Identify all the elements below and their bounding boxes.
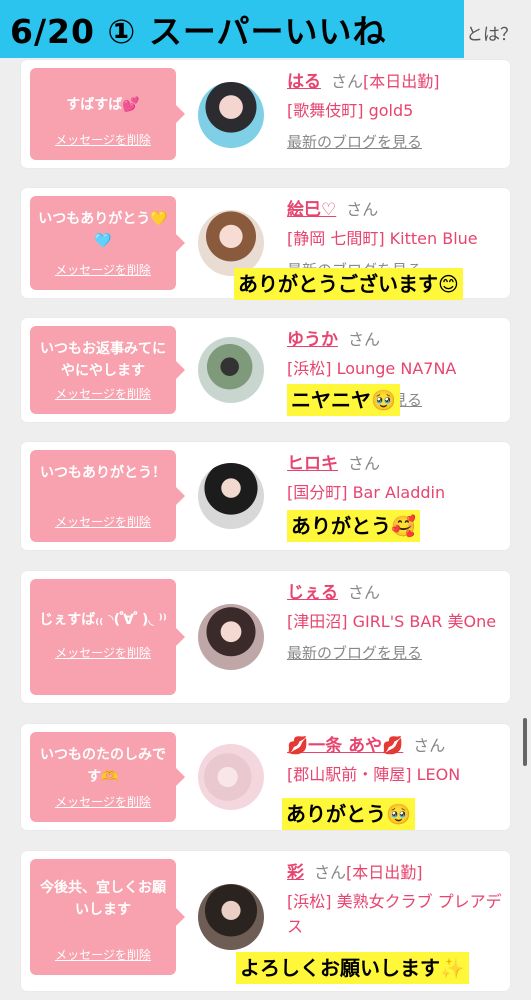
message-text: 今後共、宜しくお願いします bbox=[40, 880, 166, 918]
super-like-card: すばすば💕 メッセージを削除 はる さん[本日出勤] [歌舞伎町] gold5 最… bbox=[21, 60, 510, 168]
message-text: いつもお返事みてにやにやします bbox=[40, 341, 166, 379]
sticker-caption: ありがとう🥰 bbox=[287, 510, 420, 542]
status-badge: [本日出勤] bbox=[346, 863, 423, 882]
help-link[interactable]: とは？ bbox=[466, 20, 517, 45]
message-text: じぇすば₍₍ ◝( ゚∀ ゚ )◟ ⁾⁾ bbox=[39, 612, 167, 628]
honorific: さん bbox=[413, 736, 446, 755]
message-text: すばすば💕 bbox=[66, 97, 140, 113]
super-like-card: じぇすば₍₍ ◝( ゚∀ ゚ )◟ ⁾⁾ メッセージを削除 じぇる さん [津田沼… bbox=[21, 571, 510, 703]
message-text: いつものたのしみです🫶 bbox=[40, 747, 166, 785]
honorific: さん bbox=[348, 330, 381, 349]
avatar[interactable] bbox=[198, 884, 264, 950]
message-text: いつもありがとう💛🩵 bbox=[38, 211, 168, 249]
message-text: いつもありがとう！ bbox=[40, 465, 166, 481]
avatar[interactable] bbox=[198, 210, 264, 276]
message-bubble: いつもありがとう💛🩵 メッセージを削除 bbox=[30, 196, 185, 290]
shop-name[interactable]: [静岡 七間町] Kitten Blue bbox=[287, 226, 502, 251]
honorific: さん bbox=[348, 583, 381, 602]
user-name-link[interactable]: ゆうか bbox=[287, 330, 338, 350]
shop-name[interactable]: [国分町] Bar Aladdin bbox=[287, 480, 502, 505]
delete-message-link[interactable]: メッセージを削除 bbox=[30, 946, 176, 963]
user-name-link[interactable]: 彩 bbox=[287, 863, 304, 883]
avatar[interactable] bbox=[198, 463, 264, 529]
honorific: さん bbox=[348, 454, 381, 473]
shop-name[interactable]: [浜松] Lounge NA7NA bbox=[287, 356, 502, 381]
avatar[interactable] bbox=[198, 337, 264, 403]
shop-name[interactable]: [浜松] 美熟女クラブ プレアデス bbox=[287, 889, 502, 939]
delete-message-link[interactable]: メッセージを削除 bbox=[30, 385, 176, 402]
avatar[interactable] bbox=[198, 82, 264, 148]
delete-message-link[interactable]: メッセージを削除 bbox=[30, 261, 176, 278]
user-name-link[interactable]: 💋一条 あや💋 bbox=[287, 736, 403, 756]
user-name-link[interactable]: 絵巳♡ bbox=[287, 200, 336, 220]
user-name-link[interactable]: ヒロキ bbox=[287, 454, 338, 474]
message-bubble: すばすば💕 メッセージを削除 bbox=[30, 68, 185, 160]
status-badge: [本日出勤] bbox=[363, 72, 440, 91]
shop-name[interactable]: [歌舞伎町] gold5 bbox=[287, 98, 502, 123]
scrollbar[interactable] bbox=[523, 718, 527, 766]
honorific: さん bbox=[331, 72, 364, 91]
shop-name[interactable]: [郡山駅前・陣屋] LEON bbox=[287, 762, 502, 787]
blog-link[interactable]: 最新のブログを見る bbox=[287, 642, 502, 663]
sticker-caption: よろしくお願いします✨ bbox=[236, 952, 469, 984]
sticker-caption: ニヤニヤ🥹 bbox=[287, 384, 400, 416]
super-like-card: いつもありがとう！ メッセージを削除 ヒロキ さん [国分町] Bar Aladd… bbox=[21, 442, 510, 550]
delete-message-link[interactable]: メッセージを削除 bbox=[30, 131, 176, 148]
honorific: さん bbox=[314, 863, 347, 882]
avatar[interactable] bbox=[198, 604, 264, 670]
avatar[interactable] bbox=[198, 744, 264, 810]
user-name-link[interactable]: じぇる bbox=[287, 583, 338, 603]
sticker-caption: ありがとうございます😊 bbox=[234, 268, 463, 300]
message-bubble: いつものたのしみです🫶 メッセージを削除 bbox=[30, 732, 185, 822]
delete-message-link[interactable]: メッセージを削除 bbox=[30, 644, 176, 661]
honorific: さん bbox=[346, 200, 379, 219]
user-name-link[interactable]: はる bbox=[287, 72, 321, 92]
message-bubble: じぇすば₍₍ ◝( ゚∀ ゚ )◟ ⁾⁾ メッセージを削除 bbox=[30, 579, 185, 695]
sticker-caption: ありがとう🥹 bbox=[282, 798, 415, 830]
shop-name[interactable]: [津田沼] GIRL'S BAR 美One bbox=[287, 609, 502, 634]
message-bubble: 今後共、宜しくお願いします メッセージを削除 bbox=[30, 859, 185, 975]
super-like-card: いつもお返事みてにやにやします メッセージを削除 ゆうか さん [浜松] Loun… bbox=[21, 318, 510, 422]
delete-message-link[interactable]: メッセージを削除 bbox=[30, 513, 176, 530]
super-like-card: いつものたのしみです🫶 メッセージを削除 💋一条 あや💋 さん [郡山駅前・陣屋]… bbox=[21, 724, 510, 830]
delete-message-link[interactable]: メッセージを削除 bbox=[30, 793, 176, 810]
page-title-banner: 6/20 ① スーパーいいね bbox=[0, 0, 464, 58]
message-bubble: いつもありがとう！ メッセージを削除 bbox=[30, 450, 185, 542]
message-bubble: いつもお返事みてにやにやします メッセージを削除 bbox=[30, 326, 185, 414]
blog-link[interactable]: 最新のブログを見る bbox=[287, 131, 502, 152]
